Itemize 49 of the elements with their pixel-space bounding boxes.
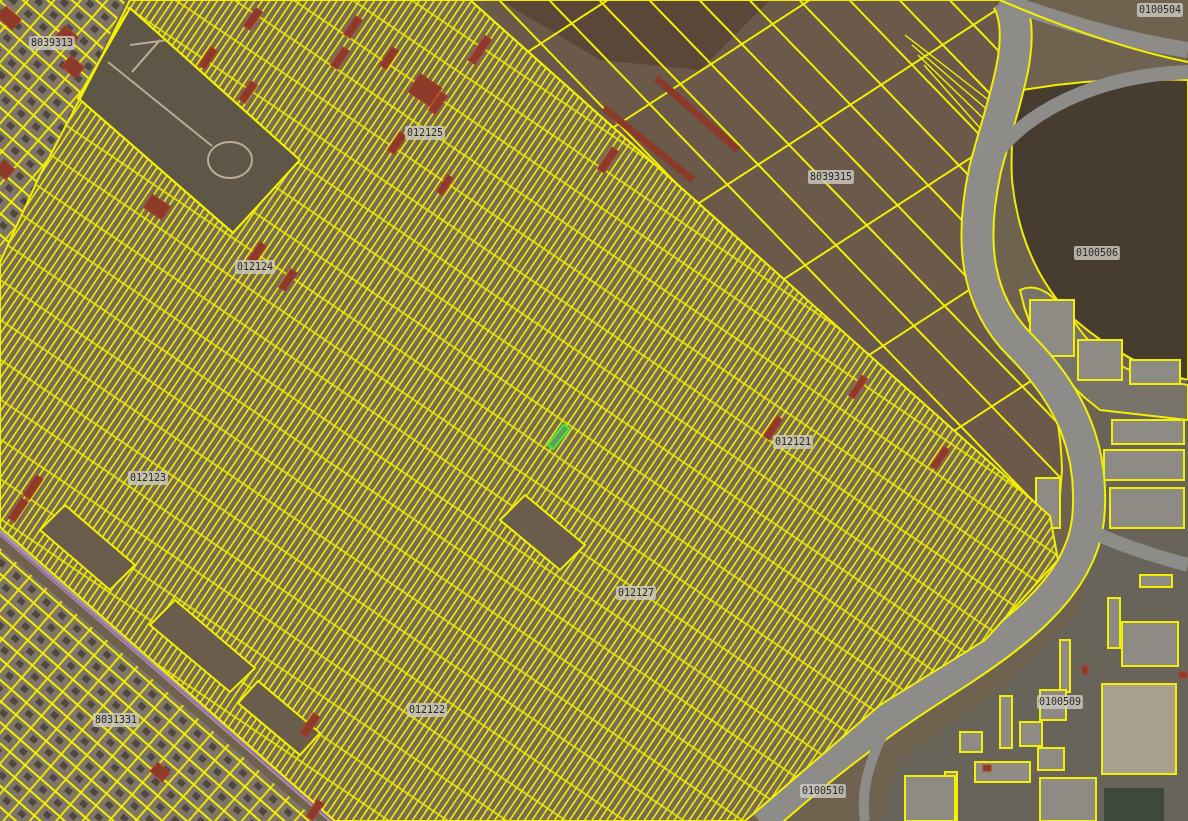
parcel-number: 8039313 [28,36,76,50]
highlighted-parcel [929,445,951,471]
building-outline [904,775,956,821]
building-outline [974,761,1031,783]
sports-field [1104,788,1164,821]
highlighted-parcel [149,761,171,783]
highlighted-parcel [387,131,407,155]
highlighted-parcel [238,80,258,104]
building-outline [1037,747,1065,771]
highlighted-parcel [299,712,321,738]
building-outline [1139,574,1173,588]
highlighted-parcel [243,7,263,31]
parcel-number: 8031331 [92,713,140,727]
building-outline [1039,777,1097,821]
parcel-number: 8039315 [807,170,855,184]
parcel-number: 0100504 [1136,3,1184,17]
highlighted-parcel [278,268,298,292]
parcel-number: 012121 [772,435,814,449]
highlighted-parcel [1081,665,1089,675]
highlighted-parcel [198,46,218,70]
building-outline [999,695,1013,749]
highlighted-parcel [436,174,454,196]
highlighted-parcel [0,159,16,181]
parcel-number: 012123 [127,471,169,485]
parcel-number: 012125 [404,126,446,140]
highlighted-parcel [61,55,85,79]
building-outline [1129,359,1181,385]
parcel-number: 012122 [406,703,448,717]
highlighted-parcel [0,5,22,31]
selected-parcel [546,422,571,451]
highlighted-parcel [343,15,363,39]
highlighted-parcel [7,497,29,523]
highlighted-parcel [142,193,172,221]
parcel-number: 012124 [234,260,276,274]
building-outline [1019,721,1043,747]
highlighted-parcel [467,34,493,66]
building-outline [1077,339,1123,381]
highlighted-parcel [847,374,869,400]
parcel-number: 0100506 [1073,246,1121,260]
parcel-number: 0100509 [1036,695,1084,709]
highlighted-parcel [22,474,44,500]
highlighted-parcel [379,46,399,70]
highlighted-parcel [982,764,992,772]
highlighted-parcel [305,798,325,821]
highlighted-parcel [1178,671,1188,679]
parcel-number: 0100510 [799,784,847,798]
building-outline [959,731,983,753]
parcel-number: 012127 [615,586,657,600]
highlighted-parcel [330,46,350,70]
